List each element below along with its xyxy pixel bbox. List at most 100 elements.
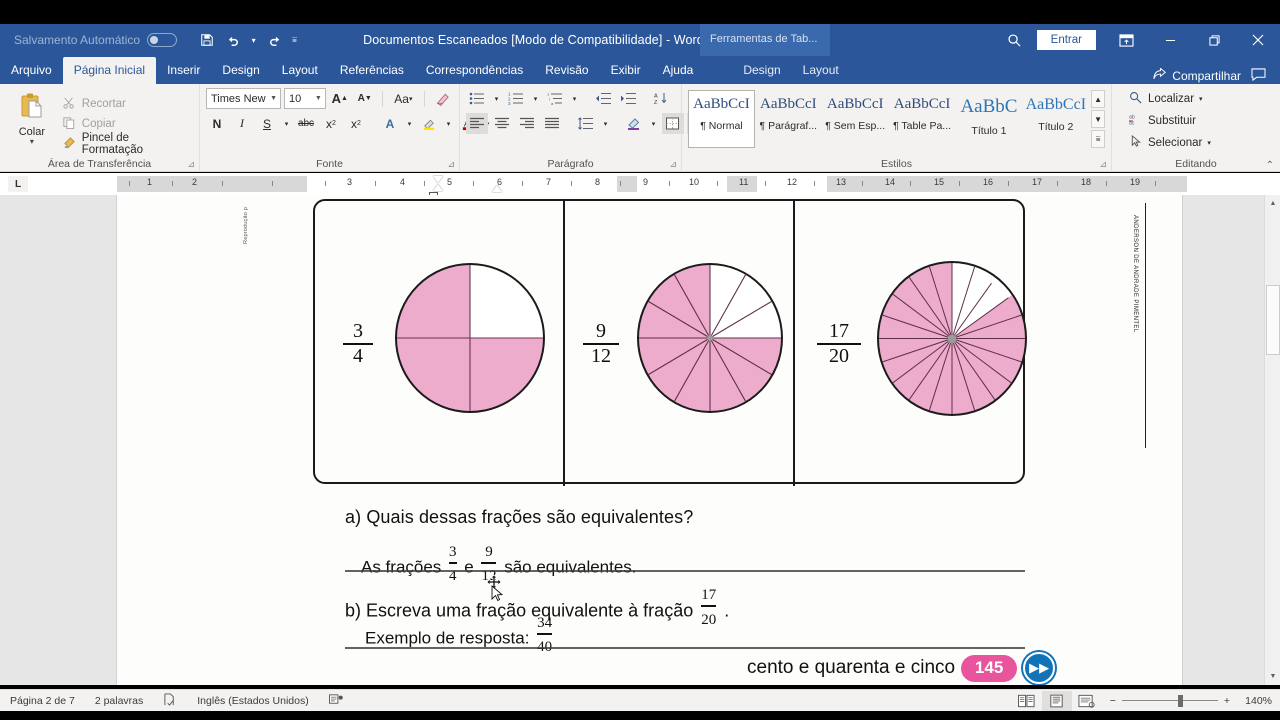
select-button[interactable]: Selecionar ▾ — [1118, 132, 1274, 154]
change-case-icon[interactable]: Aa ▾ — [388, 88, 418, 109]
text-highlight-dropdown-icon[interactable]: ▾ — [443, 113, 454, 134]
tab-correspondencias[interactable]: Correspondências — [415, 57, 534, 84]
format-painter-button[interactable]: Pincel de Formatação — [58, 132, 193, 156]
ribbon-display-options-icon[interactable] — [1104, 24, 1148, 56]
styles-more-icon[interactable]: ⩸ — [1091, 130, 1106, 148]
scroll-up-icon[interactable]: ▲ — [1265, 195, 1280, 212]
style-table-paragraph[interactable]: AaBbCcI ¶ Table Pa... — [889, 90, 956, 148]
zoom-out-button[interactable]: − — [1110, 695, 1116, 707]
tab-ajuda[interactable]: Ajuda — [652, 57, 705, 84]
clipboard-dialog-launcher-icon[interactable]: ⊿ — [187, 159, 195, 170]
hanging-indent-marker[interactable] — [433, 184, 443, 191]
comments-icon[interactable] — [1251, 68, 1266, 84]
bullets-icon[interactable] — [466, 88, 488, 109]
right-indent-marker[interactable] — [492, 185, 502, 192]
font-name-chevron-down-icon[interactable]: ▼ — [267, 95, 277, 102]
tab-revisao[interactable]: Revisão — [534, 57, 599, 84]
customize-qat-icon[interactable]: ⩸ — [288, 28, 301, 52]
style-normal[interactable]: AaBbCcI ¶ Normal — [688, 90, 755, 148]
style-sem-espacamento[interactable]: AaBbCcI ¶ Sem Esp... — [822, 90, 889, 148]
document-page[interactable]: Reprodução p 3 4 9 12 17 20 ANDERSON DE … — [117, 195, 1182, 685]
paragraph-dialog-launcher-icon[interactable]: ⊿ — [669, 159, 677, 170]
tab-referencias[interactable]: Referências — [329, 57, 415, 84]
sign-in-button[interactable]: Entrar — [1036, 30, 1096, 50]
tab-arquivo[interactable]: Arquivo — [0, 57, 63, 84]
decrease-indent-icon[interactable] — [592, 88, 614, 109]
word-count[interactable]: 2 palavras — [85, 695, 153, 707]
underline-icon[interactable]: S — [256, 113, 278, 134]
tab-pagina-inicial[interactable]: Página Inicial — [62, 57, 157, 84]
style-titulo-2[interactable]: AaBbCcI Título 2 — [1022, 90, 1089, 148]
undo-icon[interactable] — [221, 28, 245, 52]
bold-icon[interactable]: N — [206, 113, 228, 134]
style-titulo-1[interactable]: AaBbC Título 1 — [956, 90, 1023, 148]
align-right-icon[interactable] — [516, 113, 538, 134]
print-layout-view-button[interactable] — [1041, 690, 1072, 711]
horizontal-ruler[interactable]: 1 2 3 4 5 6 7 8 9 10 11 12 13 14 15 16 1… — [117, 176, 1257, 198]
zoom-slider-thumb[interactable] — [1177, 694, 1183, 707]
scroll-down-icon[interactable]: ▼ — [1265, 668, 1280, 685]
tab-inserir[interactable]: Inserir — [156, 57, 211, 84]
tab-stop-selector[interactable]: L — [8, 176, 28, 192]
paste-button[interactable]: Colar ▾ — [6, 88, 58, 154]
text-highlight-icon[interactable] — [418, 113, 440, 134]
text-effects-dropdown-icon[interactable]: ▾ — [404, 113, 415, 134]
autosave-toggle[interactable]: Salvamento Automático — [14, 33, 178, 47]
styles-scroll-up-icon[interactable]: ▲ — [1091, 90, 1106, 108]
numbering-icon[interactable]: 123 — [505, 88, 527, 109]
numbering-dropdown-icon[interactable]: ▾ — [530, 88, 541, 109]
styles-dialog-launcher-icon[interactable]: ⊿ — [1099, 159, 1107, 170]
font-size-input[interactable]: 10 ▼ — [284, 88, 326, 109]
zoom-in-button[interactable]: + — [1224, 695, 1230, 707]
superscript-icon[interactable]: x2 — [345, 113, 367, 134]
cut-button[interactable]: Recortar — [58, 94, 193, 114]
web-layout-view-button[interactable] — [1072, 691, 1102, 711]
search-icon[interactable] — [993, 24, 1037, 56]
vertical-scrollbar[interactable]: ▲ ▼ — [1264, 195, 1280, 685]
language-indicator[interactable]: Inglês (Estados Unidos) — [187, 695, 318, 707]
undo-dropdown-icon[interactable]: ▾ — [247, 28, 260, 52]
line-spacing-dropdown-icon[interactable]: ▾ — [600, 113, 611, 134]
restore-button[interactable] — [1192, 24, 1236, 56]
underline-dropdown-icon[interactable]: ▾ — [281, 113, 292, 134]
grow-font-icon[interactable]: A ▲ — [329, 88, 351, 109]
read-mode-view-button[interactable] — [1012, 691, 1042, 711]
replace-button[interactable]: ab ac Substituir — [1118, 110, 1274, 132]
tab-exibir[interactable]: Exibir — [600, 57, 652, 84]
close-button[interactable] — [1236, 24, 1280, 56]
share-button[interactable]: Compartilhar — [1153, 67, 1241, 84]
zoom-slider[interactable] — [1121, 694, 1218, 707]
find-button[interactable]: Localizar ▾ — [1118, 88, 1274, 110]
strikethrough-icon[interactable]: abc — [295, 113, 317, 134]
font-dialog-launcher-icon[interactable]: ⊿ — [447, 159, 455, 170]
font-size-chevron-down-icon[interactable]: ▼ — [312, 95, 322, 102]
font-name-input[interactable]: Times New R ▼ — [206, 88, 281, 109]
style-paragrafo[interactable]: AaBbCcI ¶ Parágraf... — [755, 90, 822, 148]
scrollbar-thumb[interactable] — [1266, 285, 1280, 355]
italic-icon[interactable]: I — [231, 113, 253, 134]
sort-icon[interactable]: AZ — [651, 88, 673, 109]
autosave-switch[interactable] — [147, 33, 178, 47]
shrink-font-icon[interactable]: A ▼ — [354, 88, 376, 109]
accessibility-icon[interactable] — [319, 693, 354, 709]
first-line-indent-marker[interactable] — [433, 176, 443, 183]
paste-dropdown-icon[interactable]: ▾ — [6, 137, 58, 146]
shading-dropdown-icon[interactable]: ▾ — [648, 113, 659, 134]
copy-button[interactable]: Copiar — [58, 114, 193, 134]
select-dropdown-icon[interactable]: ▾ — [1207, 139, 1211, 147]
save-icon[interactable] — [195, 28, 219, 52]
text-effects-icon[interactable]: A — [379, 113, 401, 134]
tab-design[interactable]: Design — [211, 57, 270, 84]
redo-icon[interactable] — [262, 28, 286, 52]
page-indicator[interactable]: Página 2 de 7 — [0, 695, 85, 707]
borders-icon[interactable] — [662, 113, 684, 134]
tab-table-design[interactable]: Design — [732, 57, 791, 84]
line-spacing-icon[interactable] — [575, 113, 597, 134]
align-center-icon[interactable] — [491, 113, 513, 134]
increase-indent-icon[interactable] — [617, 88, 639, 109]
proofing-icon[interactable] — [153, 692, 187, 709]
styles-scroll-down-icon[interactable]: ▼ — [1091, 110, 1106, 128]
collapse-ribbon-icon[interactable]: ⌃ — [1266, 160, 1274, 171]
justify-icon[interactable] — [541, 113, 563, 134]
subscript-icon[interactable]: x2 — [320, 113, 342, 134]
